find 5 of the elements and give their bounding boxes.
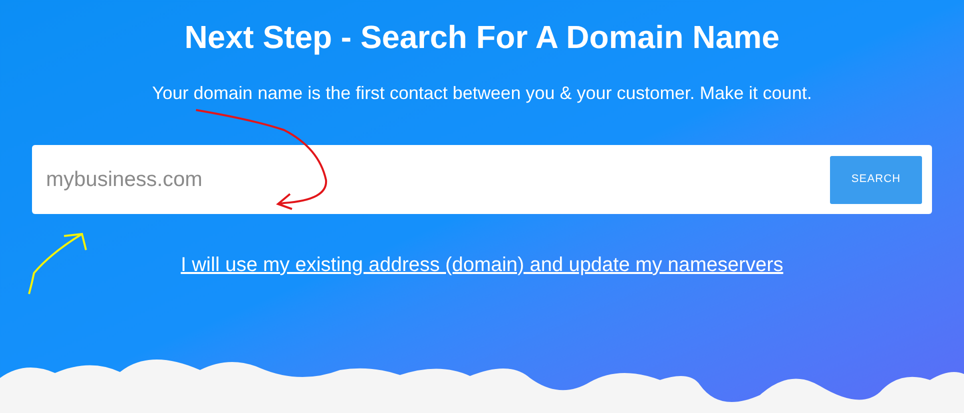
subheading: Your domain name is the first contact between you & your customer. Make it count. <box>152 82 812 105</box>
search-field[interactable]: mybusiness.com SEARCH <box>32 145 932 214</box>
search-button[interactable]: SEARCH <box>830 156 922 204</box>
existing-domain-link[interactable]: I will use my existing address (domain) and update my nameservers <box>180 250 784 280</box>
heading: Next Step - Search For A Domain Name <box>184 18 780 57</box>
